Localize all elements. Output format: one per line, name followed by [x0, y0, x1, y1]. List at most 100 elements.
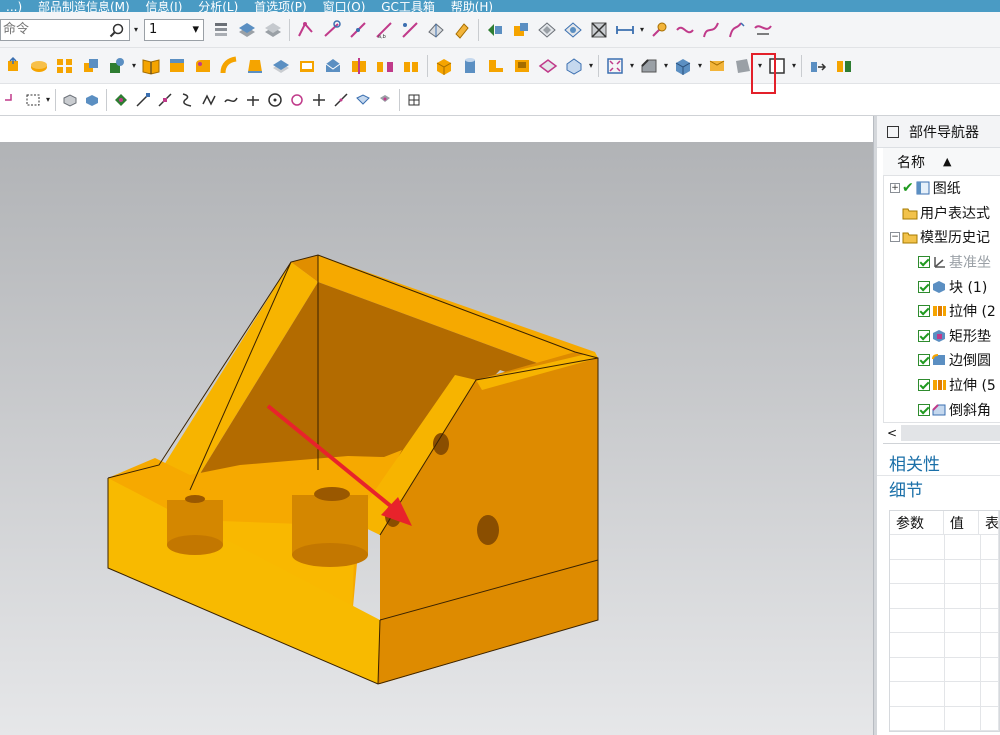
line-icon[interactable]	[346, 18, 370, 42]
chevron-down-icon[interactable]: ▾	[662, 61, 670, 70]
command-search-input[interactable]	[1, 19, 109, 40]
snap-intersection-icon[interactable]	[221, 90, 241, 110]
snap-endpoint-icon[interactable]	[133, 90, 153, 110]
tree-node-user-expressions[interactable]: 用户表达式	[884, 201, 1000, 226]
cylinder-icon[interactable]	[458, 54, 482, 78]
sew-icon[interactable]	[139, 54, 163, 78]
visible-in-view-icon[interactable]	[235, 18, 259, 42]
revolve-icon[interactable]	[27, 54, 51, 78]
menu-item-manufacturing-info[interactable]: 部品制造信息(M)	[32, 1, 136, 12]
snap-all-icon[interactable]	[111, 90, 131, 110]
fit-view-icon[interactable]	[603, 54, 627, 78]
chevron-down-icon[interactable]: ▾	[790, 61, 798, 70]
studio-icon[interactable]	[587, 18, 611, 42]
pad-icon[interactable]	[536, 54, 560, 78]
chevron-down-icon[interactable]: ▾	[638, 25, 646, 34]
pocket-icon[interactable]	[510, 54, 534, 78]
menu-item-help[interactable]: 帮助(H)	[445, 1, 499, 12]
details-section[interactable]: 细节	[877, 476, 1000, 502]
chevron-down-icon[interactable]: ▾	[628, 61, 636, 70]
offset-face-icon[interactable]	[165, 54, 189, 78]
line-point-icon[interactable]	[398, 18, 422, 42]
trim-body-icon[interactable]	[321, 54, 345, 78]
search-icon[interactable]	[109, 22, 125, 38]
extrude-icon[interactable]	[1, 54, 25, 78]
section-view-icon[interactable]	[483, 18, 507, 42]
static-wireframe-icon[interactable]	[561, 18, 585, 42]
edit-object-display-icon[interactable]	[705, 54, 729, 78]
chevron-down-icon[interactable]: ▾	[587, 61, 595, 70]
visibility-checkbox[interactable]	[918, 403, 930, 416]
block-icon[interactable]	[432, 54, 456, 78]
tree-node-edge-blend[interactable]: 边倒圆	[884, 348, 1000, 373]
scroll-left-icon[interactable]: <	[883, 423, 901, 443]
snap-point-on-curve-icon[interactable]	[331, 90, 351, 110]
header-value[interactable]: 值	[944, 510, 979, 535]
visibility-checkbox[interactable]	[918, 329, 930, 342]
sweep-icon[interactable]	[217, 54, 241, 78]
chevron-down-icon[interactable]: ▾	[130, 61, 138, 70]
deviation-icon[interactable]	[751, 18, 775, 42]
snap-point-on-face-icon[interactable]	[353, 90, 373, 110]
select-solid-icon[interactable]	[82, 90, 102, 110]
curvature-comb-icon[interactable]	[725, 18, 749, 42]
grid-icon[interactable]	[404, 90, 424, 110]
point-set-icon[interactable]	[320, 18, 344, 42]
layer-settings-icon[interactable]	[209, 18, 233, 42]
visibility-checkbox[interactable]	[918, 354, 930, 367]
tree-node-extrude-2[interactable]: 拉伸 (2	[884, 299, 1000, 324]
datum-plane-icon[interactable]	[450, 18, 474, 42]
pattern-feature-icon[interactable]	[399, 54, 423, 78]
snap-arc-center-icon[interactable]	[265, 90, 285, 110]
menu-item-gc-toolbox[interactable]: GC工具箱	[375, 1, 441, 12]
tree-node-drawings[interactable]: + ✔ 图纸	[884, 176, 1000, 201]
graphics-window[interactable]	[0, 142, 873, 735]
spline-icon[interactable]	[699, 18, 723, 42]
collapse-icon[interactable]: −	[890, 232, 900, 243]
boss-icon[interactable]	[484, 54, 508, 78]
chamfer-icon[interactable]	[637, 54, 661, 78]
wireframe-icon[interactable]	[535, 18, 559, 42]
snap-center-icon[interactable]	[243, 90, 263, 110]
horizontal-scrollbar[interactable]: <	[883, 421, 1000, 444]
snap-curve-icon[interactable]	[177, 90, 197, 110]
visibility-checkbox[interactable]	[918, 280, 930, 293]
tree-node-model-history[interactable]: − 模型历史记	[884, 225, 1000, 250]
scrollbar-thumb[interactable]	[901, 424, 1000, 441]
visibility-checkbox[interactable]	[918, 256, 930, 269]
analysis-icon[interactable]	[647, 18, 671, 42]
measure-distance-icon[interactable]	[613, 18, 637, 42]
chevron-down-icon[interactable]: ▾	[132, 25, 140, 34]
snap-control-point-icon[interactable]	[199, 90, 219, 110]
menu-item-analysis[interactable]: 分析(L)	[192, 1, 244, 12]
menu-item-information[interactable]: 信息(I)	[140, 1, 189, 12]
mirror-icon[interactable]	[373, 54, 397, 78]
shell-icon[interactable]	[295, 54, 319, 78]
snap-bounded-grid-icon[interactable]	[375, 90, 395, 110]
menu-item-window[interactable]: 窗口(O)	[317, 1, 372, 12]
curve-analysis-icon[interactable]	[673, 18, 697, 42]
shaded-with-edges-icon[interactable]	[671, 54, 695, 78]
sort-ascending-icon[interactable]: ▲	[943, 155, 951, 168]
work-layer-select[interactable]: 1 ▾	[144, 18, 204, 41]
command-finder[interactable]	[0, 18, 130, 41]
snap-point-icon[interactable]	[1, 90, 21, 110]
assembly-constraint-icon[interactable]	[806, 54, 830, 78]
shaded-icon[interactable]	[509, 18, 533, 42]
blend-icon[interactable]	[191, 54, 215, 78]
move-to-layer-icon[interactable]	[261, 18, 285, 42]
expand-icon[interactable]: +	[890, 183, 900, 194]
menu-item[interactable]: ...)	[0, 1, 28, 12]
snap-existing-point-icon[interactable]	[309, 90, 329, 110]
visibility-checkbox[interactable]	[918, 379, 930, 392]
arc-icon[interactable]: a,b	[372, 18, 396, 42]
name-column-header[interactable]: 名称 ▲	[883, 148, 1000, 176]
chevron-down-icon[interactable]: ▾	[44, 95, 52, 104]
snap-midpoint-icon[interactable]	[155, 90, 175, 110]
draft-icon[interactable]	[243, 54, 267, 78]
tree-node-rectangular-pad[interactable]: 矩形垫	[884, 324, 1000, 349]
header-parameter[interactable]: 参数	[890, 510, 944, 535]
tree-node-chamfer[interactable]: 倒斜角	[884, 397, 1000, 422]
tree-node-extrude-5[interactable]: 拉伸 (5	[884, 373, 1000, 398]
datum-icon[interactable]	[424, 18, 448, 42]
